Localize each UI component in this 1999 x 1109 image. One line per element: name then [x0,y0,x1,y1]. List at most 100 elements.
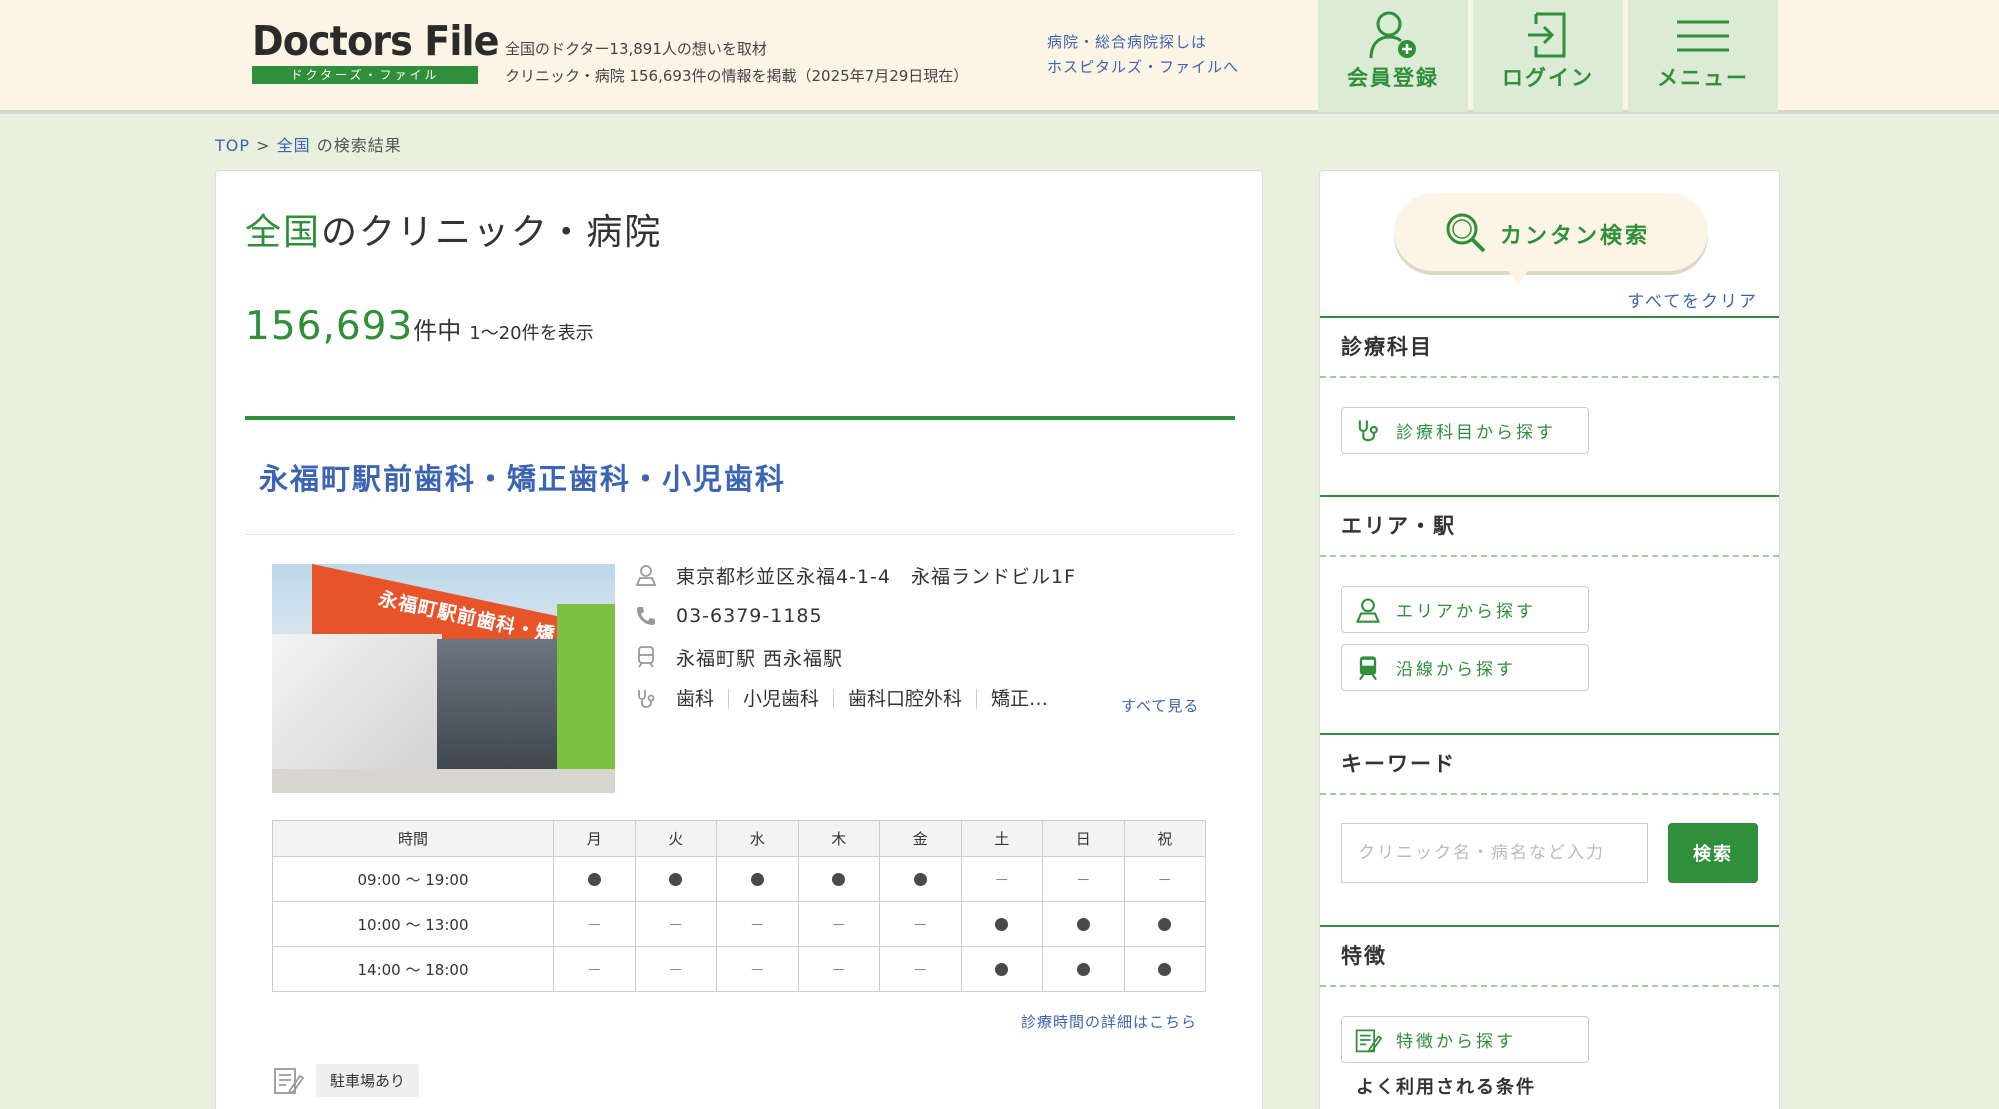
clinic-address-row: 東京都杉並区永福4-1-4 永福ランドビル1F [634,561,1076,589]
day-header: 水 [716,820,799,857]
photo-door [437,639,557,779]
closed-dash: － [831,915,847,934]
train-icon [634,645,658,669]
specialty-item: 歯科 [676,688,715,710]
result-total: 156,693 [245,304,414,349]
site-header: Doctors File ドクターズ・ファイル 全国のドクター13,891人の想… [0,0,1999,114]
popular-conditions-label: よく利用される条件 [1356,1077,1536,1098]
hours-row: 09:00 〜 19:00 － － － [272,856,1206,902]
clinic-specialty-row: 歯科 小児歯科 歯科口腔外科 矯正… [634,685,1062,713]
closed-cell: － [1123,856,1206,902]
hours-time-header: 時間 [272,820,554,857]
closed-dash: － [1075,870,1091,889]
closed-cell: － [879,901,962,947]
login-label: ログイン [1502,66,1594,90]
breadcrumb-separator: > [256,136,271,155]
search-by-features-button[interactable]: 特徴から探す [1341,1016,1589,1063]
open-cell [797,856,880,902]
login-icon [1520,8,1576,66]
hours-header-row: 時間 月 火 水 木 金 土 日 祝 [272,820,1206,857]
open-dot [1076,963,1090,976]
results-panel: 全国のクリニック・病院 156,693件中 1〜20件を表示 永福町駅前歯科・矯正… [215,170,1263,1109]
open-cell [1042,901,1125,947]
breadcrumb-region-link[interactable]: 全国 [277,136,311,155]
section-area-title: エリア・駅 [1320,495,1779,557]
hours-time-cell: 14:00 〜 18:00 [272,946,554,992]
register-button[interactable]: 会員登録 [1318,0,1468,112]
specialty-item: 矯正… [976,689,1062,709]
open-cell [960,946,1043,992]
clinic-name-link[interactable]: 永福町駅前歯科・矯正歯科・小児歯科 [259,456,786,498]
closed-dash: － [749,960,765,979]
breadcrumb: TOP > 全国 の検索結果 [215,132,402,156]
open-cell [1123,946,1206,992]
day-header: 祝 [1123,820,1206,857]
specialty-item: 歯科口腔外科 [833,689,976,709]
hours-row: 10:00 〜 13:00 － － － － － [272,901,1206,947]
open-dot [1158,963,1172,976]
stethoscope-icon [1354,417,1382,445]
closed-dash: － [1157,870,1173,889]
clinic-station-row: 永福町駅 西永福駅 [634,643,843,671]
open-cell [1123,901,1206,947]
open-cell [960,901,1043,947]
specialty-list: 歯科 小児歯科 歯科口腔外科 矯正… [676,689,1062,709]
login-button[interactable]: ログイン [1473,0,1623,112]
search-by-area-label: エリアから探す [1396,602,1536,622]
closed-cell: － [634,946,717,992]
closed-cell: － [553,901,636,947]
checklist-icon [1354,1026,1383,1054]
clinic-count-text: クリニック・病院 156,693件の情報を掲載（2025年7月29日現在） [505,67,969,85]
closed-dash: － [586,915,602,934]
clinic-photo[interactable]: 永福町駅前歯科・矯正歯科・小児歯科 [272,564,615,793]
section-specialty-title: 診療科目 [1320,316,1779,378]
closed-dash: － [912,960,928,979]
stethoscope-icon [634,687,658,711]
closed-dash: － [831,960,847,979]
hours-detail-link[interactable]: 診療時間の詳細はこちら [1021,1011,1197,1032]
user-add-icon [1365,8,1421,66]
hours-table: 時間 月 火 水 木 金 土 日 祝 09:00 〜 19:00 －－－ 10:00… [272,820,1206,992]
divider [245,534,1235,535]
closed-dash: － [749,915,765,934]
keyword-search-input[interactable] [1341,823,1648,883]
doctor-count-text: 全国のドクター13,891人の想いを取材 [505,40,767,58]
hospital-link-line2: ホスピタルズ・ファイルへ [1047,58,1240,76]
hours-body: 09:00 〜 19:00 －－－ 10:00 〜 13:00 －－－－－ 14:00 … [272,856,1206,992]
hamburger-menu-icon [1675,8,1731,66]
see-all-specialties-link[interactable]: すべて見る [1121,695,1199,716]
clear-all-link[interactable]: すべてをクリア [1627,287,1758,312]
menu-label: メニュー [1657,66,1749,90]
site-stats: 全国のドクター13,891人の想いを取材 クリニック・病院 156,693件の情… [505,36,968,90]
divider [245,416,1235,420]
register-label: 会員登録 [1347,66,1439,90]
logo-subtitle: ドクターズ・ファイル [252,66,478,84]
result-unit: 件中 [413,317,462,345]
open-cell [879,856,962,902]
day-header: 火 [634,820,717,857]
search-by-area-button[interactable]: エリアから探す [1341,586,1589,633]
open-dot [1158,918,1172,931]
open-dot [913,873,927,886]
closed-cell: － [634,901,717,947]
menu-button[interactable]: メニュー [1628,0,1778,112]
closed-cell: － [1042,856,1125,902]
closed-cell: － [879,946,962,992]
site-logo[interactable]: Doctors File ドクターズ・ファイル [252,16,499,84]
clinic-stations: 永福町駅 西永福駅 [676,647,844,670]
search-icon [1444,211,1488,259]
day-header: 木 [797,820,880,857]
search-by-specialty-button[interactable]: 診療科目から探す [1341,407,1589,454]
open-cell [1042,946,1125,992]
train-icon [1354,654,1382,682]
clinic-phone-row: 03-6379-1185 [634,602,823,630]
quick-search-label: カンタン検索 [1500,224,1651,249]
closed-cell: － [716,901,799,947]
search-by-line-button[interactable]: 沿線から探す [1341,644,1589,691]
clinic-phone[interactable]: 03-6379-1185 [676,605,823,627]
hospital-link-line1: 病院・総合病院探しは [1047,33,1208,51]
title-region: 全国 [245,212,322,253]
hospitals-file-link[interactable]: 病院・総合病院探しは ホスピタルズ・ファイルへ [1047,30,1239,80]
breadcrumb-top-link[interactable]: TOP [215,136,250,155]
keyword-search-button[interactable]: 検索 [1668,823,1758,883]
